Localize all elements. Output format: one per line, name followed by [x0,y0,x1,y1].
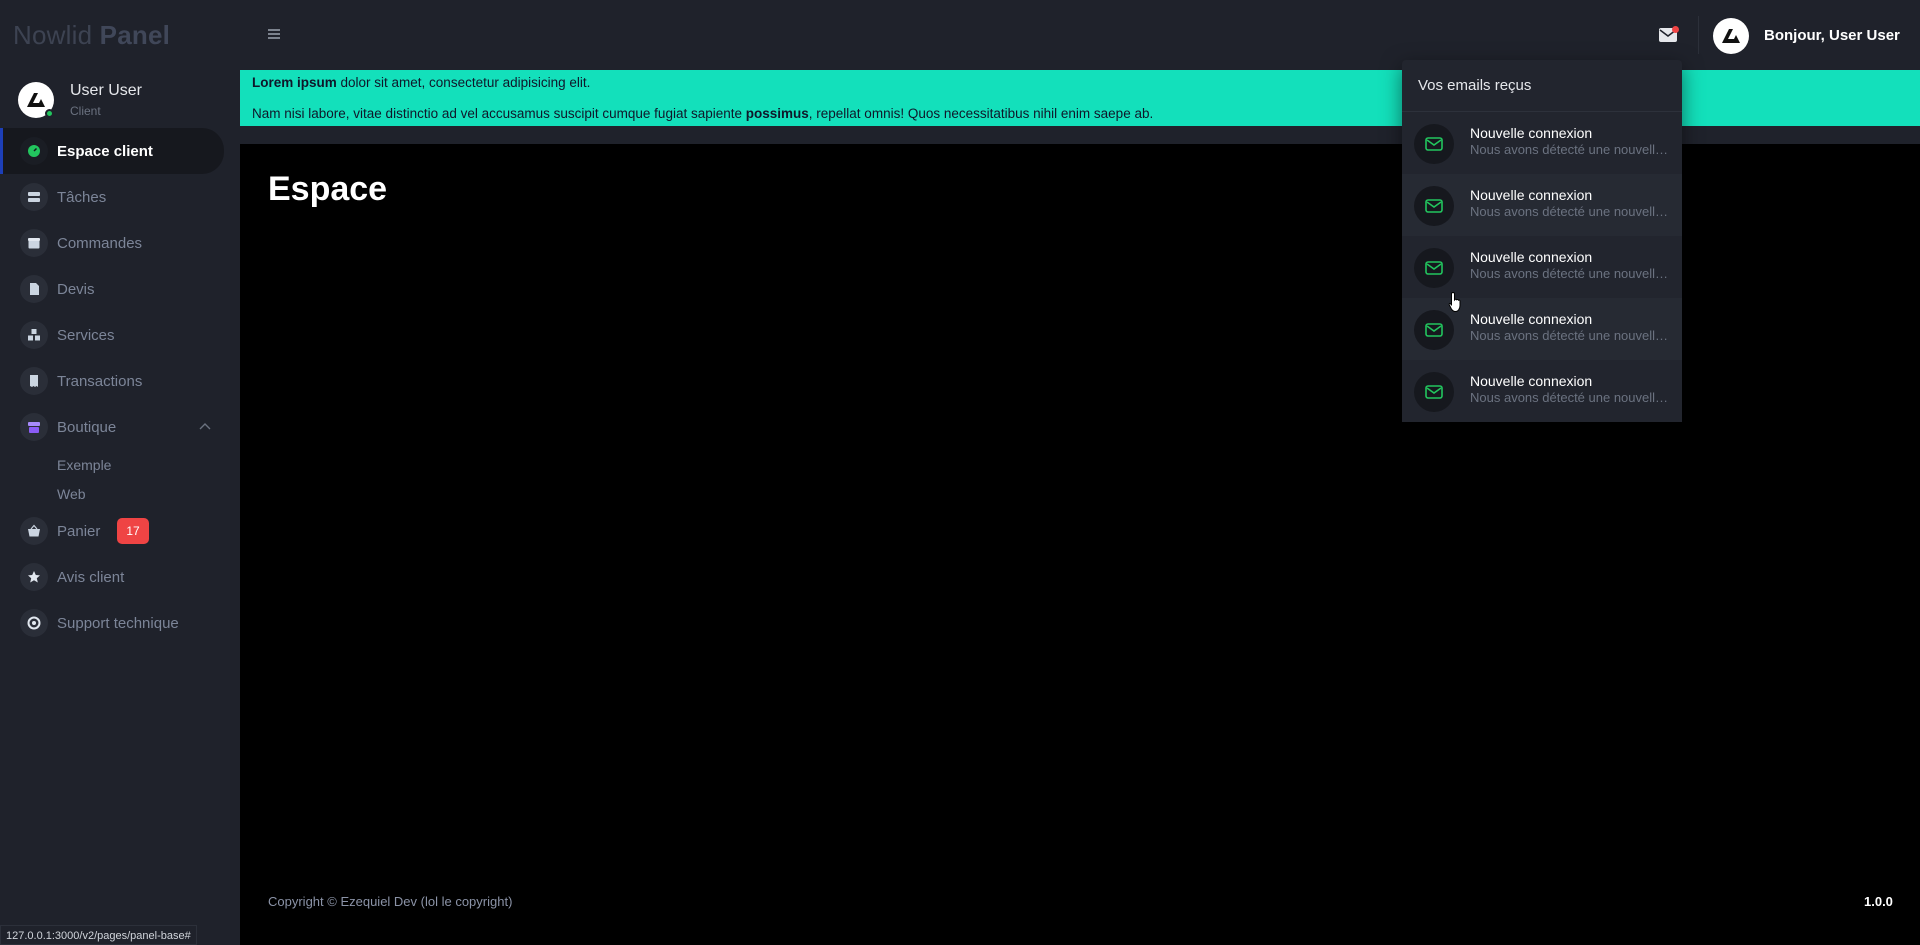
footer-copyright: Copyright © Ezequiel Dev (lol le copyrig… [268,894,513,909]
sidebar-item-devis[interactable]: Devis [0,266,240,312]
alert-bold-2: possimus [745,106,809,121]
envelope-icon [1414,310,1454,350]
page-title: Espace [268,170,388,208]
brand-name-bold: Panel [99,20,171,50]
sidebar-nav: Espace client Tâches Commandes Devis Ser… [0,128,240,646]
envelope-icon [1414,124,1454,164]
sidebar-item-panier[interactable]: Panier 17 [0,508,240,554]
sidebar-item-label: Boutique [57,418,117,436]
envelope-icon [1414,186,1454,226]
logo-icon [1722,29,1740,43]
hand-cursor-icon [1448,291,1461,313]
emails-dropdown: Vos emails reçus Nouvelle connexion Nous… [1402,60,1682,422]
email-subject: Nouvelle connexion [1470,125,1593,141]
email-item[interactable]: Nouvelle connexion Nous avons détecté un… [1402,298,1682,360]
email-preview: Nous avons détecté une nouvelle connexio… [1470,142,1670,157]
app-version: 1.0.0 [1864,894,1893,909]
sidebar-user[interactable]: User User Client [18,80,228,120]
brand-name-light: Nowlid [13,20,93,50]
sidebar-item-transactions[interactable]: Transactions [0,358,240,404]
alert-text-2a: Nam nisi labore, vitae distinctio ad vel… [252,106,746,121]
cart-count-badge: 17 [117,518,149,544]
sidebar-item-boutique[interactable]: Boutique [0,404,240,450]
basket-icon [20,517,48,545]
status-bar-url: 127.0.0.1:3000/v2/pages/panel-base# [0,925,197,945]
sidebar-item-label: Transactions [57,372,143,390]
sidebar-item-support-technique[interactable]: Support technique [0,600,240,646]
store-icon [20,413,48,441]
chevron-up-icon[interactable] [198,420,212,434]
receipt-icon [20,367,48,395]
menu-toggle-icon[interactable] [266,26,282,42]
dashboard-icon [20,137,48,165]
sidebar-item-label: Devis [57,280,95,298]
alert-bold-1: Lorem ipsum [252,75,337,90]
email-preview: Nous avons détecté une nouvelle connexio… [1470,204,1670,219]
sidebar-item-label: Tâches [57,188,107,206]
sidebar-item-taches[interactable]: Tâches [0,174,240,220]
email-subject: Nouvelle connexion [1470,249,1593,265]
file-icon [20,275,48,303]
box-icon [20,229,48,257]
sidebar-item-commandes[interactable]: Commandes [0,220,240,266]
sidebar-item-label: Avis client [57,568,125,586]
user-greeting[interactable]: Bonjour, User User [1764,27,1900,44]
alert-line-1: Lorem ipsum dolor sit amet, consectetur … [252,75,590,90]
online-status-dot [45,109,54,118]
email-item[interactable]: Nouvelle connexion Nous avons détecté un… [1402,112,1682,174]
sidebar-subitem-web[interactable]: Web [0,479,240,508]
envelope-icon [1414,372,1454,412]
sidebar-item-label: Espace client [57,142,153,160]
sidebar-item-label: Panier [57,522,101,540]
logo-icon [27,93,45,107]
avatar [18,82,54,118]
email-item[interactable]: Nouvelle connexion Nous avons détecté un… [1402,360,1682,422]
sidebar-item-label: Services [57,326,115,344]
mail-notification-dot [1672,26,1679,33]
sidebar-item-label: Support technique [57,614,179,632]
sidebar-subitem-exemple[interactable]: Exemple [0,450,240,479]
email-subject: Nouvelle connexion [1470,373,1593,389]
cubes-icon [20,321,48,349]
star-icon [20,563,48,591]
alert-text-2b: , repellat omnis! Quos necessitatibus ni… [808,106,1154,121]
alert-text-1: dolor sit amet, consectetur adipisicing … [336,75,591,90]
brand-logo[interactable]: Nowlid Panel [13,20,170,51]
user-role: Client [70,104,101,118]
sidebar-item-avis-client[interactable]: Avis client [0,554,240,600]
tasks-icon [20,183,48,211]
email-item[interactable]: Nouvelle connexion Nous avons détecté un… [1402,236,1682,298]
email-item[interactable]: Nouvelle connexion Nous avons détecté un… [1402,174,1682,236]
topbar-divider [1698,16,1699,54]
email-subject: Nouvelle connexion [1470,311,1593,327]
sidebar-item-espace-client[interactable]: Espace client [0,128,224,174]
email-preview: Nous avons détecté une nouvelle connexio… [1470,328,1670,343]
emails-dropdown-title: Vos emails reçus [1418,77,1532,94]
user-name: User User [70,82,143,99]
avatar[interactable] [1713,18,1749,54]
email-preview: Nous avons détecté une nouvelle connexio… [1470,390,1670,405]
lifebuoy-icon [20,609,48,637]
sidebar: Nowlid Panel User User Client Espace cli… [0,0,240,945]
alert-line-2: Nam nisi labore, vitae distinctio ad vel… [252,106,1153,121]
sidebar-item-services[interactable]: Services [0,312,240,358]
sidebar-item-label: Commandes [57,234,143,252]
emails-list: Nouvelle connexion Nous avons détecté un… [1402,112,1682,422]
envelope-icon [1414,248,1454,288]
email-subject: Nouvelle connexion [1470,187,1593,203]
email-preview: Nous avons détecté une nouvelle connexio… [1470,266,1670,281]
